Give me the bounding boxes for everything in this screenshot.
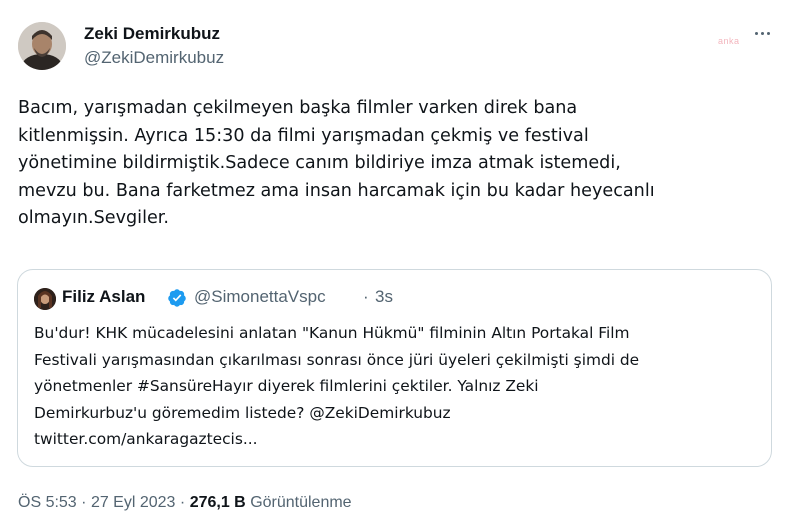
separator-dot: ·: [81, 494, 87, 511]
views-label: Görüntülenme: [250, 494, 352, 511]
tweet-date[interactable]: 27 Eyl 2023: [91, 494, 176, 511]
quoted-tweet-text: Bu'dur! KHK mücadelesini anlatan "Kanun …: [34, 324, 640, 448]
quoted-author-handle[interactable]: @SimonettaVspc: [194, 287, 326, 307]
views-count[interactable]: 276,1 B: [190, 494, 246, 511]
quoted-tweet-card[interactable]: Filiz Aslan @SimonettaVspc · 3s Bu'dur! …: [17, 269, 772, 467]
verified-badge-icon: [167, 288, 187, 308]
author-name[interactable]: Zeki Demirkubuz: [84, 24, 220, 44]
watermark: anka: [718, 36, 740, 46]
more-horizontal-icon: [754, 31, 758, 35]
author-handle[interactable]: @ZekiDemirkubuz: [84, 48, 224, 68]
quoted-timestamp[interactable]: 3s: [375, 287, 393, 307]
more-options-button[interactable]: [748, 22, 776, 44]
tweet-time[interactable]: ÖS 5:53: [18, 494, 77, 511]
tweet-meta: ÖS 5:53 · 27 Eyl 2023 · 276,1 B Görüntül…: [18, 494, 352, 512]
quoted-author-name[interactable]: Filiz Aslan: [62, 287, 145, 307]
separator-dot: ·: [179, 494, 186, 511]
tweet-text: Bacım, yarışmadan çekilmeyen başka filml…: [18, 98, 655, 228]
separator-dot: ·: [363, 287, 369, 306]
author-avatar[interactable]: [18, 22, 66, 70]
quoted-author-avatar[interactable]: [34, 288, 56, 310]
